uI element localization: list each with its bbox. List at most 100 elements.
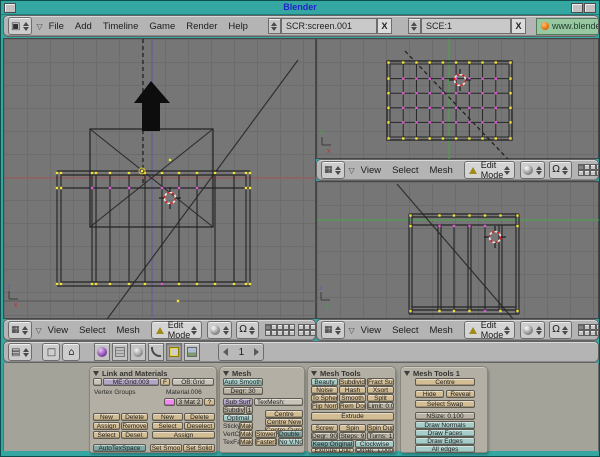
screen-browse-button[interactable] (268, 18, 281, 34)
draw-mode-dropdown[interactable] (520, 321, 545, 339)
window-type-dropdown[interactable]: ▤ (8, 343, 32, 361)
panel-header[interactable]: Mesh Tools 1 (404, 369, 460, 378)
double-sided-toggle[interactable]: Double Sided (278, 430, 303, 438)
menu-mesh[interactable]: Mesh (430, 165, 453, 176)
reveal-button[interactable]: Reveal (446, 390, 475, 398)
pivot-dropdown[interactable]: Ω (549, 161, 572, 179)
header-collapse-icon[interactable]: ▽ (36, 326, 42, 335)
hide-button[interactable]: Hide (415, 390, 444, 398)
material-index-stepper[interactable]: 3 Mat 2 (176, 398, 203, 406)
object-context-button[interactable] (130, 343, 146, 361)
layer-button[interactable] (596, 170, 599, 176)
fake-user-button[interactable]: F (160, 378, 170, 386)
noise-button[interactable]: Noise (311, 386, 338, 394)
vgroup-select-button[interactable]: Select (93, 431, 120, 439)
mode-dropdown[interactable]: Edit Mode (464, 161, 516, 179)
viewport-type-dropdown[interactable]: ▦ (321, 161, 345, 179)
spin-button[interactable]: Spin (339, 424, 366, 432)
pivot-dropdown[interactable]: Ω (236, 321, 259, 339)
scene-name-field[interactable]: SCE:1 (421, 18, 511, 34)
no-vnormal-flip-toggle[interactable]: No V.Normal Flip (278, 438, 303, 446)
mesh-browse-button[interactable] (93, 378, 102, 386)
menu-timeline[interactable]: Timeline (103, 21, 139, 32)
menu-view[interactable]: View (48, 325, 68, 336)
texface-make-button[interactable]: Make (239, 438, 253, 446)
window-type-dropdown[interactable]: ▣ (8, 17, 32, 35)
menu-help[interactable]: Help (228, 21, 248, 32)
faster-draw-button[interactable]: FasterDraw (255, 438, 277, 446)
header-collapse-icon[interactable]: ▽ (36, 22, 42, 31)
menu-mesh[interactable]: Mesh (117, 325, 140, 336)
degr90-field[interactable]: Degr: 90 (311, 432, 338, 440)
viewport-type-dropdown[interactable]: ▦ (8, 321, 32, 339)
vgroup-assign-button[interactable]: Assign (93, 422, 120, 430)
vgroup-deselect-button[interactable]: Desel. (121, 431, 148, 439)
panels-alignment-button[interactable]: □ (42, 343, 60, 361)
frame-stepper[interactable]: 1 (218, 343, 264, 361)
keep-original-toggle[interactable]: Keep Original (311, 440, 354, 448)
material-deselect-button[interactable]: Deselect (184, 422, 215, 430)
menu-mesh[interactable]: Mesh (430, 325, 453, 336)
draw-mode-dropdown[interactable] (520, 161, 545, 179)
offset-field[interactable]: Offset: 1.000 (355, 448, 394, 453)
viewport-top-canvas[interactable]: yx (317, 39, 600, 160)
set-solid-button[interactable]: Set Solid (183, 444, 215, 452)
pivot-dropdown[interactable]: Ω (549, 321, 572, 339)
screen-close-button[interactable]: X (377, 18, 392, 34)
degr-field[interactable]: Degr: 30 (223, 387, 263, 395)
layer-button[interactable] (310, 330, 316, 336)
menu-select[interactable]: Select (79, 325, 105, 336)
subdivide-button[interactable]: Subdivide (339, 378, 366, 386)
draw-edges-toggle[interactable]: Draw Edges (415, 437, 475, 445)
centre-button[interactable]: Centre (415, 378, 475, 386)
screen-name-field[interactable]: SCR:screen.001 (281, 18, 377, 34)
scene-close-button[interactable]: X (511, 18, 526, 34)
clockwise-toggle[interactable]: Clockwise (355, 440, 394, 448)
auto-smooth-toggle[interactable]: Auto Smooth (223, 378, 263, 386)
shading-context-button[interactable] (94, 343, 110, 361)
frame-next-icon[interactable] (254, 348, 259, 356)
material-delete-button[interactable]: Delete (184, 413, 215, 421)
frame-prev-icon[interactable] (223, 348, 228, 356)
to-sphere-button[interactable]: To Sphere (311, 394, 338, 402)
mode-dropdown[interactable]: Edit Mode (151, 321, 203, 339)
home-button[interactable]: ⌂ (62, 343, 80, 361)
menu-render[interactable]: Render (186, 21, 217, 32)
draw-mode-dropdown[interactable] (207, 321, 232, 339)
scene-browse-button[interactable] (408, 18, 421, 34)
viewport-side-canvas[interactable]: zy (317, 182, 600, 320)
screw-button[interactable]: Screw (311, 424, 338, 432)
extrude-button[interactable]: Extrude (311, 412, 394, 421)
subsurf-toggle[interactable]: Sub Surf (223, 398, 253, 406)
menu-view[interactable]: View (361, 325, 381, 336)
panel-header[interactable]: Mesh (223, 369, 251, 378)
menu-select[interactable]: Select (392, 325, 418, 336)
vgroup-remove-button[interactable]: Remove (121, 422, 148, 430)
window-maximize-button[interactable] (584, 3, 596, 13)
menu-select[interactable]: Select (392, 165, 418, 176)
material-select-button[interactable]: Select (152, 422, 183, 430)
header-collapse-icon[interactable]: ▽ (349, 326, 355, 335)
material-help-button[interactable]: ? (204, 398, 215, 406)
layer-buttons[interactable] (578, 324, 599, 336)
vertcol-make-button[interactable]: Make (239, 430, 253, 438)
split-button[interactable]: Split (367, 394, 394, 402)
header-collapse-icon[interactable]: ▽ (349, 166, 355, 175)
steps-field[interactable]: Steps: 9 (339, 432, 366, 440)
material-assign-button[interactable]: Assign (152, 431, 215, 439)
slower-draw-button[interactable]: SlowerDraw (255, 430, 277, 438)
curve-context-button[interactable] (148, 343, 164, 361)
extrude-dup-button[interactable]: Extrude Dup (311, 448, 354, 453)
sticky-make-button[interactable]: Make (239, 422, 253, 430)
menu-game[interactable]: Game (149, 21, 175, 32)
fract-subd-button[interactable]: Fract Subd (367, 378, 394, 386)
scene-context-button[interactable] (184, 343, 200, 361)
material-color-swatch[interactable] (164, 398, 175, 406)
layer-button[interactable] (596, 330, 599, 336)
beauty-toggle[interactable]: Beauty (311, 378, 338, 386)
viewport-front-canvas[interactable]: zx (4, 39, 317, 320)
texmesh-field[interactable]: TexMesh: (254, 398, 303, 406)
mesh-name-field[interactable]: ME:Grid.003 (103, 378, 159, 386)
menu-file[interactable]: File (49, 21, 64, 32)
layer-buttons[interactable] (265, 324, 316, 336)
